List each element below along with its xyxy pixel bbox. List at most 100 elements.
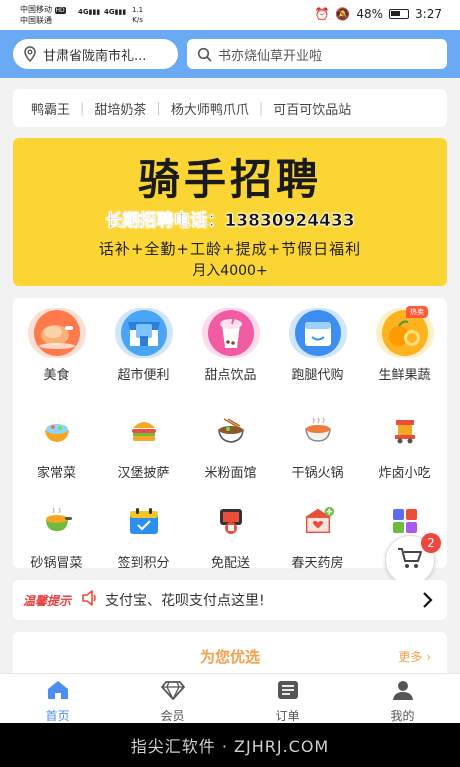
location-pin-icon [23,46,37,62]
search-placeholder: 书亦烧仙草开业啦 [218,48,323,64]
home-icon [46,680,70,707]
user-icon [392,680,414,707]
search-icon [197,47,212,62]
pickup-icon [214,504,248,538]
category-pharmacy[interactable]: 春天药房 [274,504,361,571]
category-label: 免配送 [210,556,250,571]
category-home-cooking[interactable]: 家常菜 [13,414,100,481]
signal-icon-2: 4G▮▮▮ [104,8,127,16]
category-grid: 美食 超市便利 甜点饮品 跑腿代购 生鲜果蔬 家常菜 汉堡披萨 米粉面馆 干锅火… [13,298,448,571]
hot-tag: 热卖 [406,306,428,318]
chevron-right-icon: › [426,650,431,664]
watermark-text: 指尖汇软件 · ZJHRJ.COM [130,737,330,756]
category-label: 米粉面馆 [204,466,257,481]
system-nav-bar: 指尖汇软件 · ZJHRJ.COM [0,723,460,767]
brand-strip: 鸭霸王 | 甜培奶茶 | 杨大师鸭爪爪 | 可百可饮品站 [13,89,447,127]
category-label: 干锅火锅 [291,466,344,481]
snack-cart-icon [388,414,422,448]
tab-home[interactable]: 首页 [0,674,115,723]
brand-item[interactable]: 可百可饮品站 [273,99,351,118]
banner-title: 骑手招聘 [137,155,322,204]
clock: 3:27 [415,7,442,21]
category-label: 签到积分 [117,556,170,571]
noodle-bowl-icon [214,414,248,448]
tab-label: 订单 [275,709,300,723]
category-checkin[interactable]: 签到积分 [100,504,187,571]
tab-member[interactable]: 会员 [115,674,230,723]
category-label: 家常菜 [36,466,76,481]
battery-percent: 48% [356,7,384,21]
battery-icon [389,9,410,19]
payment-notice[interactable]: 温馨提示 支付宝、花呗支付点这里! [13,580,447,620]
cart-icon [397,546,423,574]
brand-divider: | [156,100,161,116]
category-burger-pizza[interactable]: 汉堡披萨 [100,414,187,481]
brand-divider: | [258,100,264,116]
category-noodles[interactable]: 米粉面馆 [187,414,274,481]
chevron-right-icon [421,591,433,613]
category-label: 春天药房 [291,556,344,571]
category-label: 炸卤小吃 [378,466,431,481]
category-supermarket[interactable]: 超市便利 [100,308,187,383]
search-box[interactable]: 书亦烧仙草开业啦 [187,39,447,69]
grid-icon [388,504,422,538]
clay-pot-icon [40,504,74,538]
notice-text: 支付宝、花呗支付点这里! [105,593,265,609]
banner-benefits: 话补+全勤+工龄+提成+节假日福利 [98,240,362,258]
category-label: 砂锅冒菜 [30,556,83,571]
banner-salary: 月入4000+ [192,263,268,279]
carrier-1: 中国移动 [20,5,52,14]
mute-icon: 🔕 [335,7,351,21]
brand-item[interactable]: 甜培奶茶 [94,99,146,118]
category-errands[interactable]: 跑腿代购 [274,308,361,383]
network-speed: 1.1 K/s [132,6,144,24]
tab-profile[interactable]: 我的 [345,674,460,723]
location-text: 甘肃省陇南市礼... [43,48,147,64]
category-clay-pot[interactable]: 砂锅冒菜 [13,504,100,571]
hd-badge: HD [54,7,66,14]
recommend-title: 为您优选 [199,648,260,666]
status-bar: 中国移动 HD 中国联通 4G▮▮▮ 4G▮▮▮ 1.1 K/s ⏰ 🔕 48%… [0,0,460,30]
bottom-tab-bar: 首页 会员 订单 我的 [0,673,460,723]
recruit-banner[interactable]: 骑手招聘 长期招聘电话：13830924433 话补+全勤+工龄+提成+节假日福… [13,138,447,286]
app-header: 甘肃省陇南市礼... 书亦烧仙草开业啦 [0,30,460,78]
more-link[interactable]: 更多 › [398,648,431,665]
category-fresh[interactable]: 生鲜果蔬 [361,308,448,383]
delivery-box-icon [288,308,347,358]
category-label: 超市便利 [117,368,170,383]
tab-label: 我的 [390,709,415,723]
category-pickup[interactable]: 免配送 [187,504,274,571]
carrier-2: 中国联通 [20,16,52,25]
category-hotpot[interactable]: 干锅火锅 [274,414,361,481]
medicine-box-icon [301,504,335,538]
category-dessert-drinks[interactable]: 甜点饮品 [187,308,274,383]
speaker-icon [81,590,99,610]
brand-divider: | [80,100,85,116]
location-selector[interactable]: 甘肃省陇南市礼... [13,39,178,69]
signal-icon: 4G▮▮▮ [78,8,101,16]
chicken-icon [27,308,86,358]
category-label: 甜点饮品 [204,368,257,383]
store-icon [114,308,173,358]
category-label: 汉堡披萨 [117,466,170,481]
tab-orders[interactable]: 订单 [230,674,345,723]
recommend-section: 为您优选 更多 › [13,632,447,674]
category-label: 美食 [43,368,70,383]
rice-bowl-icon [40,414,74,448]
tab-label: 首页 [45,709,70,723]
diamond-icon [160,680,185,707]
cart-badge: 2 [421,533,441,553]
hotpot-icon [301,414,335,448]
notice-tag: 温馨提示 [23,593,72,608]
brand-item[interactable]: 鸭霸王 [31,99,70,118]
category-food[interactable]: 美食 [13,308,100,383]
brand-item[interactable]: 杨大师鸭爪爪 [171,99,249,118]
tab-label: 会员 [160,709,185,723]
category-label: 生鲜果蔬 [378,368,431,383]
carrier-info: 中国移动 HD 中国联通 [20,5,66,26]
banner-phone: 长期招聘电话：13830924433 [105,211,355,232]
category-snacks[interactable]: 炸卤小吃 [361,414,448,481]
calendar-check-icon [127,504,161,538]
bubble-tea-icon [201,308,260,358]
alarm-icon: ⏰ [314,7,330,21]
